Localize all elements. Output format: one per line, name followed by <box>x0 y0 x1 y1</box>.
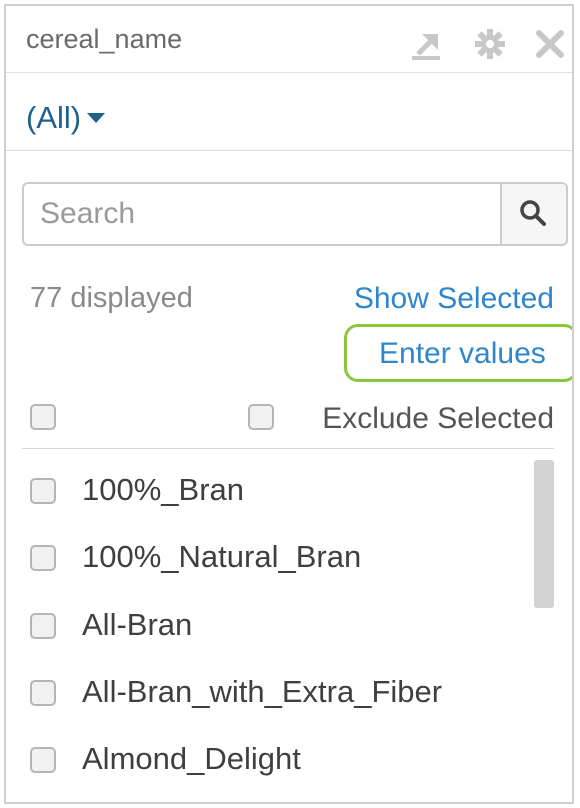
enter-values-highlight: Enter values <box>344 324 572 382</box>
export-icon[interactable] <box>408 26 444 62</box>
list-item[interactable]: All-Bran_with_Extra_Fiber <box>6 660 532 726</box>
list-item[interactable]: 100%_Natural_Bran <box>6 525 532 591</box>
item-checkbox[interactable] <box>30 478 56 504</box>
search-button[interactable] <box>500 184 566 244</box>
item-checkbox[interactable] <box>30 613 56 639</box>
item-label: Almond_Delight <box>82 741 301 776</box>
search-box <box>22 182 568 246</box>
filter-title: cereal_name <box>26 24 183 54</box>
filter-panel: cereal_name (All) Search 77 displayed Sh… <box>4 4 574 804</box>
list-scrollbar[interactable] <box>534 460 554 608</box>
caret-down-icon <box>87 112 106 123</box>
exclude-selected-label: Exclude Selected <box>322 402 554 435</box>
list-item[interactable]: 100%_Bran <box>6 458 532 524</box>
gear-icon[interactable] <box>472 26 508 62</box>
item-checkbox[interactable] <box>30 747 56 773</box>
value-list: 100%_Bran 100%_Natural_Bran All-Bran All… <box>6 454 572 802</box>
item-label: 100%_Bran <box>82 472 245 507</box>
value-dropdown[interactable]: (All) <box>26 100 106 136</box>
show-selected-link[interactable]: Show Selected <box>354 282 554 316</box>
item-label: All-Bran_with_Extra_Fiber <box>82 674 443 709</box>
selected-value-label: (All) <box>26 100 82 135</box>
exclude-selected-checkbox[interactable] <box>248 404 274 430</box>
filter-header: cereal_name <box>6 6 572 73</box>
enter-values-link[interactable]: Enter values <box>379 337 546 371</box>
list-item[interactable]: Almond_Delight <box>6 727 532 793</box>
item-label: 100%_Natural_Bran <box>82 539 362 574</box>
item-label: All-Bran <box>82 607 193 642</box>
list-item[interactable]: All-Bran <box>6 593 532 659</box>
item-checkbox[interactable] <box>30 680 56 706</box>
item-checkbox[interactable] <box>30 545 56 571</box>
select-all-checkbox[interactable] <box>30 404 56 430</box>
search-icon <box>520 200 546 226</box>
close-icon[interactable] <box>532 26 568 62</box>
search-input[interactable] <box>24 184 502 244</box>
displayed-count: 77 displayed <box>30 282 193 314</box>
value-dropdown-row: (All) <box>6 72 572 151</box>
divider <box>22 448 554 449</box>
